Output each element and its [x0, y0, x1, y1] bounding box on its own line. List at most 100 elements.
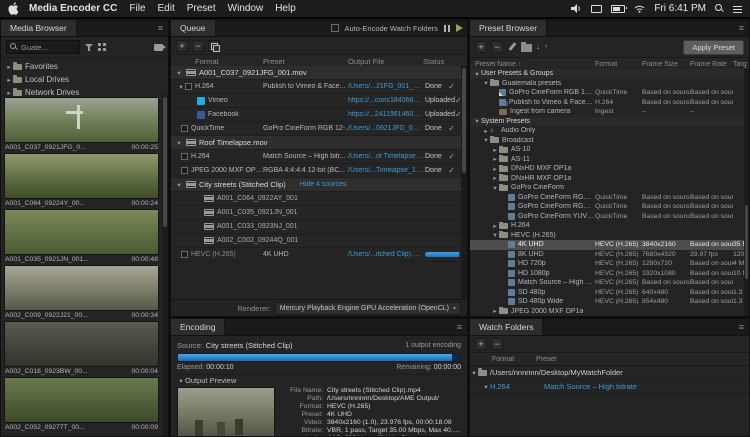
- auto-encode-checkbox[interactable]: [331, 24, 339, 32]
- preset-row[interactable]: HD 1080p HEVC (H.265) 1920x1080 Based on…: [470, 269, 749, 279]
- preset-row[interactable]: SD 480p Wide HEVC (H.265) 854x480 Based …: [470, 297, 749, 307]
- add-source-button[interactable]: [176, 40, 188, 52]
- output-format[interactable]: H.264: [195, 83, 214, 90]
- pause-queue-button[interactable]: [443, 25, 451, 32]
- new-group-icon[interactable]: [521, 44, 532, 52]
- notification-center-icon[interactable]: [733, 5, 742, 13]
- column-target-rate[interactable]: Targ: [733, 61, 749, 68]
- export-preset-icon[interactable]: [544, 42, 548, 52]
- tab-queue[interactable]: Queue: [171, 20, 216, 36]
- tree-chevron-icon[interactable]: [491, 231, 499, 239]
- publish-destination[interactable]: Vimeo: [208, 97, 228, 104]
- tree-chevron-icon[interactable]: [491, 184, 499, 192]
- queue-output-row[interactable]: H.264 Publish to Vimeo & Face... /Users/…: [171, 80, 461, 94]
- tab-preset-browser[interactable]: Preset Browser: [470, 20, 547, 36]
- renderer-select[interactable]: Mercury Playback Engine GPU Acceleration…: [275, 302, 461, 315]
- chevron-down-icon[interactable]: [175, 69, 183, 77]
- panel-menu-icon[interactable]: [153, 20, 168, 36]
- remove-watch-folder-button[interactable]: [491, 338, 503, 350]
- queue-publish-row[interactable]: Facebook https://...24119614602283 Uploa…: [171, 108, 461, 122]
- output-file-link[interactable]: /Users/...of Timelapse.mp4: [348, 153, 423, 160]
- column-format[interactable]: Format: [595, 61, 642, 68]
- menubar-item[interactable]: File: [129, 3, 145, 14]
- queue-output-row[interactable]: QuickTime GoPro CineForm RGB 12-... /Use…: [171, 122, 461, 136]
- media-clip[interactable]: A002_C009_0922J21_00... 00:00:34: [4, 265, 159, 319]
- spotlight-search-icon[interactable]: [715, 4, 724, 13]
- preset-row[interactable]: DNxHR MXF OP1a: [470, 174, 749, 184]
- queue-output-row[interactable]: H.264 Match Source – High bitr... /Users…: [171, 150, 461, 164]
- duplicate-button[interactable]: [208, 40, 220, 52]
- edit-preset-icon[interactable]: [507, 42, 517, 52]
- chevron-down-icon[interactable]: [175, 181, 183, 189]
- queue-source-row[interactable]: City streets (Stitched Clip) Hide 4 sour…: [171, 178, 461, 192]
- queue-encoding-row[interactable]: HEVC (H.265) 4K UHD /Users/...itched Cli…: [171, 248, 461, 262]
- clip-thumbnail[interactable]: [4, 209, 159, 255]
- media-clip[interactable]: A001_C064_09224Y_00... 00:00:24: [4, 153, 159, 207]
- preset-row[interactable]: Match Source – High Bitrate HEVC (H.265)…: [470, 278, 749, 288]
- create-preset-button[interactable]: [475, 41, 487, 53]
- preset-row[interactable]: System Presets: [470, 117, 749, 127]
- tab-media-browser[interactable]: Media Browser: [1, 20, 77, 36]
- apply-preset-button[interactable]: Apply Preset: [683, 40, 744, 55]
- tab-encoding[interactable]: Encoding: [171, 319, 225, 335]
- scrollbar-thumb[interactable]: [745, 205, 748, 279]
- preset-row[interactable]: 8K UHD HEVC (H.265) 7680x4320 29.97 fps …: [470, 250, 749, 260]
- column-frame-rate[interactable]: Frame Rate: [690, 61, 733, 68]
- tree-chevron-icon[interactable]: [473, 117, 481, 125]
- preset-row[interactable]: AS-10: [470, 145, 749, 155]
- panel-menu-icon[interactable]: [452, 319, 467, 335]
- battery-icon[interactable]: [611, 5, 625, 13]
- clip-thumbnail[interactable]: [4, 321, 159, 367]
- menubar-item[interactable]: Preset: [187, 3, 216, 14]
- output-preset[interactable]: GoPro CineForm RGB 12-...: [263, 125, 348, 132]
- tree-chevron-icon[interactable]: [491, 222, 499, 230]
- output-file-link[interactable]: /Users/...Timelapse_1.mxf: [348, 167, 423, 174]
- media-clip[interactable]: A002_C018_0923BW_00... 00:00:04: [4, 321, 159, 375]
- tree-chevron-icon[interactable]: [482, 136, 490, 144]
- watch-folder-row[interactable]: /Users/nnnnnn/Desktop/MyWatchFolder: [470, 366, 749, 380]
- wifi-icon[interactable]: [634, 5, 645, 13]
- output-format[interactable]: HEVC (H.265): [191, 251, 236, 258]
- column-frame-size[interactable]: Frame Size: [642, 61, 690, 68]
- queue-source-row[interactable]: A001_C037_0921JFG_001.mov: [171, 66, 461, 80]
- search-input[interactable]: Guate...: [6, 40, 80, 54]
- watch-output-format[interactable]: H.264: [490, 382, 544, 391]
- menubar-clock[interactable]: Fri 6:41 PM: [654, 3, 706, 14]
- publish-destination[interactable]: Facebook: [208, 111, 239, 118]
- tree-item[interactable]: Local Drives: [1, 73, 168, 86]
- preset-row[interactable]: Guatemala presets: [470, 79, 749, 89]
- output-checkbox[interactable]: [181, 167, 188, 174]
- clip-thumbnail[interactable]: [4, 97, 159, 143]
- remove-source-button[interactable]: [192, 40, 204, 52]
- queue-output-row[interactable]: JPEG 2000 MXF OP1a RGBA 4:4:4:4 12-bit (…: [171, 164, 461, 178]
- preset-row[interactable]: Broadcast: [470, 136, 749, 146]
- preset-row[interactable]: GoPro CineForm RGB 12-bit QuickTime Base…: [470, 202, 749, 212]
- chevron-down-icon[interactable]: [175, 139, 183, 147]
- media-clip[interactable]: A001_C035_0921JN_001... 00:00:48: [4, 209, 159, 263]
- scrollbar-thumb[interactable]: [462, 68, 466, 173]
- column-preset-name[interactable]: Preset Name: [470, 61, 595, 68]
- app-name-menu[interactable]: Media Encoder CC: [29, 3, 117, 14]
- preset-scrollbar[interactable]: [744, 69, 749, 316]
- output-checkbox[interactable]: [181, 251, 188, 258]
- clip-thumbnail[interactable]: [4, 377, 159, 423]
- output-preset[interactable]: Publish to Vimeo & Face...: [263, 83, 348, 90]
- preset-row[interactable]: JPEG 2000 MXF OP1a: [470, 307, 749, 317]
- output-file-link[interactable]: /Users/...itched Clip).mp4: [348, 251, 423, 258]
- tree-chevron-icon[interactable]: [491, 165, 499, 173]
- output-preset[interactable]: RGBA 4:4:4:4 12-bit (BC...: [263, 167, 348, 174]
- queue-scrollbar[interactable]: [461, 66, 467, 300]
- preset-row[interactable]: H.264: [470, 221, 749, 231]
- start-queue-button[interactable]: [456, 24, 463, 32]
- watch-folder-output-row[interactable]: H.264 Match Source – High bitrate: [470, 380, 749, 394]
- output-format[interactable]: QuickTime: [191, 125, 224, 132]
- delete-preset-button[interactable]: [491, 41, 503, 53]
- import-preset-icon[interactable]: [536, 42, 540, 52]
- preset-row[interactable]: DNxHD MXF OP1a: [470, 164, 749, 174]
- display-icon[interactable]: [591, 5, 602, 13]
- tree-chevron-icon[interactable]: [491, 307, 499, 315]
- queue-stitch-source-row[interactable]: A001_C033_0923NJ_001: [171, 220, 461, 234]
- queue-publish-row[interactable]: Vimeo https://...com/184066142 Uploaded: [171, 94, 461, 108]
- queue-stitch-source-row[interactable]: A001_C035_0921JN_001: [171, 206, 461, 220]
- tree-chevron-icon[interactable]: [491, 155, 499, 163]
